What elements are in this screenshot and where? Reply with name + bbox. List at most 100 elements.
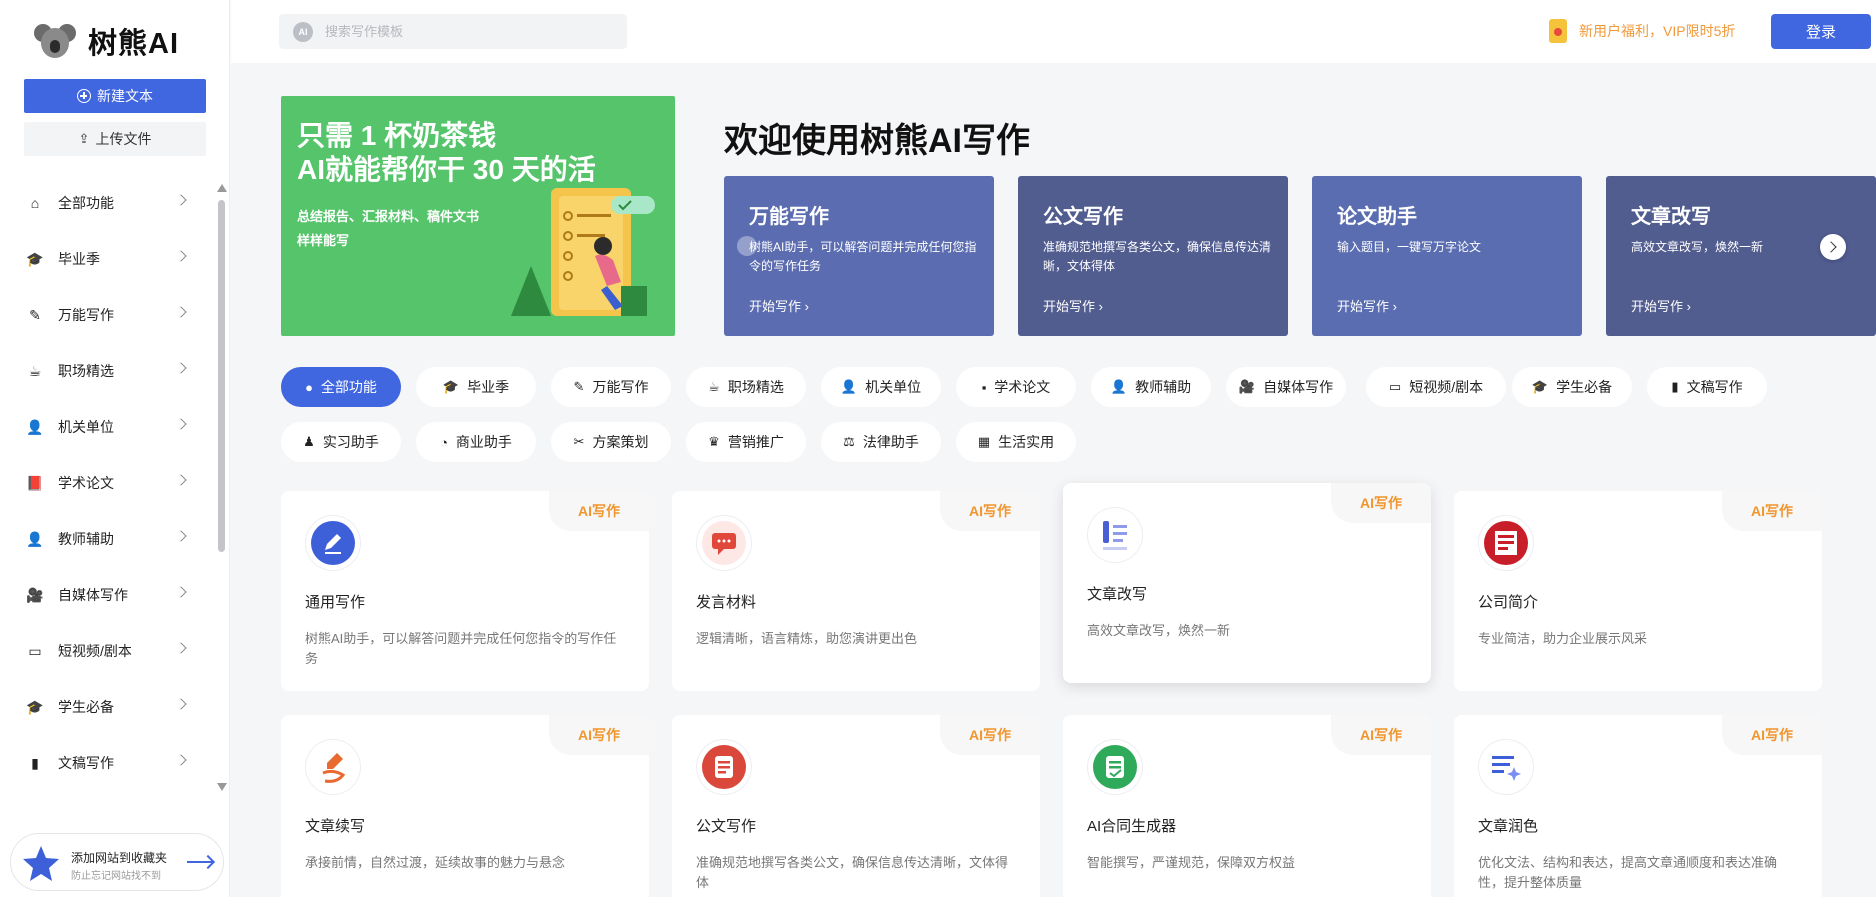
category-chip-13[interactable]: ✂ 方案策划 [551, 422, 671, 462]
category-chip-2[interactable]: ✎ 万能写作 [551, 367, 671, 407]
feature-card-2[interactable]: 论文助手 输入题目，一键写万字论文 开始写作 › [1312, 176, 1582, 336]
card-title: 公司简介 [1478, 594, 1539, 611]
template-card-2[interactable]: AI写作 文章改写 高效文章改写，焕然一新 [1063, 483, 1431, 683]
category-label: 毕业季 [467, 379, 510, 395]
category-chip-16[interactable]: ▦ 生活实用 [956, 422, 1076, 462]
carousel-next-button[interactable] [1820, 234, 1846, 260]
teacher-icon: 👤 [26, 530, 44, 547]
carousel-prev-button[interactable] [737, 236, 757, 256]
plus-circle-icon [77, 89, 91, 103]
template-card-3[interactable]: AI写作 公司简介 专业简洁，助力企业展示风采 [1454, 491, 1822, 691]
card-title: AI合同生成器 [1087, 818, 1177, 835]
card-description: 智能撰写，严谨规范，保障双方权益 [1087, 855, 1296, 870]
feature-card-1[interactable]: 公文写作 准确规范地撰写各类公文，确保信息传达清晰，文体得体 开始写作 › [1018, 176, 1288, 336]
category-label: 机关单位 [865, 379, 922, 395]
coffee-icon: ☕ [28, 362, 42, 379]
category-chip-7[interactable]: 🎥 自媒体写作 [1226, 367, 1346, 407]
category-chip-5[interactable]: ▪ 学术论文 [956, 367, 1076, 407]
category-label: 法律助手 [862, 434, 919, 450]
student-cap-icon: 🎓 [26, 698, 44, 715]
card-description: 逻辑清晰，语言精炼，助您演讲更出色 [696, 631, 918, 646]
sidebar-item-7[interactable]: 🎥 自媒体写作 [0, 567, 215, 623]
template-card-7[interactable]: AI写作 文章润色 优化文法、结构和表达，提高文章通顺度和表达准确性，提升整体质量 [1454, 715, 1822, 897]
sidebar-scroll-thumb[interactable] [218, 200, 225, 552]
promo-banner[interactable]: 只需 1 杯奶茶钱 AI就能帮你干 30 天的活 总结报告、汇报材料、稿件文书 … [281, 96, 675, 336]
sidebar-item-0[interactable]: ⌂ 全部功能 [0, 175, 215, 231]
feature-start-link[interactable]: 开始写作 › [1631, 296, 1691, 315]
scroll-down-arrow-icon[interactable] [217, 783, 227, 791]
category-label: 文稿写作 [1686, 379, 1743, 395]
category-chip-14[interactable]: ♛ 营销推广 [686, 422, 806, 462]
ai-search-icon: AI [293, 21, 313, 42]
vip-promo[interactable]: 新用户福利，VIP限时5折 [1549, 19, 1735, 43]
template-card-4[interactable]: AI写作 文章续写 承接前情，自然过渡，延续故事的魅力与悬念 [281, 715, 649, 897]
sidebar-item-9[interactable]: 🎓 学生必备 [0, 679, 215, 735]
category-label: 实习助手 [322, 434, 379, 450]
feature-card-0[interactable]: 万能写作 树熊AI助手，可以解答问题并完成任何您指令的写作任务 开始写作 › [724, 176, 994, 336]
rewrite-list-icon [1087, 507, 1143, 563]
feature-desc: 输入题目，一键写万字论文 [1337, 240, 1482, 254]
category-chip-12[interactable]: ◔ 商业助手 [416, 422, 536, 462]
category-chip-9[interactable]: 🎓 学生必备 [1512, 367, 1632, 407]
sidebar-item-5[interactable]: 📕 学术论文 [0, 455, 215, 511]
chevron-right-icon [175, 250, 187, 262]
card-description: 优化文法、结构和表达，提高文章通顺度和表达准确性，提升整体质量 [1478, 855, 1778, 890]
login-button[interactable]: 登录 [1771, 14, 1871, 49]
sidebar-item-1[interactable]: 🎓 毕业季 [0, 231, 215, 287]
card-title: 通用写作 [305, 594, 366, 611]
category-chip-0[interactable]: ● 全部功能 [281, 367, 401, 407]
category-chip-10[interactable]: ▮ 文稿写作 [1647, 367, 1767, 407]
speech-bubble-icon [696, 515, 752, 571]
category-chip-1[interactable]: 🎓 毕业季 [416, 367, 536, 407]
feature-start-link[interactable]: 开始写作 › [1337, 296, 1397, 315]
ai-writing-tag: AI写作 [940, 491, 1040, 531]
template-card-1[interactable]: AI写作 发言材料 逻辑清晰，语言精炼，助您演讲更出色 [672, 491, 1040, 691]
add-to-favorites-banner[interactable]: 添加网站到收藏夹 防止忘记网站找不到 [10, 833, 224, 891]
sidebar-item-6[interactable]: 👤 教师辅助 [0, 511, 215, 567]
sidebar-item-label: 万能写作 [58, 307, 114, 323]
card-title: 文章改写 [1087, 586, 1148, 603]
feature-start-link[interactable]: 开始写作 › [1043, 296, 1103, 315]
category-icon: 🎓 [442, 379, 460, 394]
feature-title: 万能写作 [749, 206, 829, 228]
chevron-right-icon [175, 306, 187, 318]
upload-file-button[interactable]: ⇪ 上传文件 [24, 122, 206, 156]
category-chip-15[interactable]: ⚖ 法律助手 [821, 422, 941, 462]
company-doc-icon [1478, 515, 1534, 571]
sidebar-item-2[interactable]: ✎ 万能写作 [0, 287, 215, 343]
sidebar-item-3[interactable]: ☕ 职场精选 [0, 343, 215, 399]
search-box[interactable]: AI [279, 14, 627, 49]
sidebar-item-label: 职场精选 [58, 363, 114, 379]
category-chip-4[interactable]: 👤 机关单位 [821, 367, 941, 407]
chevron-right-icon [175, 586, 187, 598]
category-label: 学术论文 [994, 379, 1051, 395]
template-card-5[interactable]: AI写作 公文写作 准确规范地撰写各类公文，确保信息传达清晰，文体得体 [672, 715, 1040, 897]
sidebar-item-10[interactable]: ▮ 文稿写作 [0, 735, 215, 791]
chevron-right-icon [175, 194, 187, 206]
template-card-6[interactable]: AI写作 AI合同生成器智能撰写，严谨规范，保障双方权益 [1063, 715, 1431, 897]
category-icon: 🎓 [1531, 379, 1549, 394]
search-input[interactable] [325, 24, 605, 39]
ai-writing-tag: AI写作 [1331, 715, 1431, 755]
feature-title: 文章改写 [1631, 206, 1711, 228]
koala-logo-icon [34, 22, 76, 60]
category-icon: ▮ [1671, 379, 1679, 394]
sidebar-item-4[interactable]: 👤 机关单位 [0, 399, 215, 455]
category-chip-8[interactable]: ▭ 短视频/剧本 [1366, 367, 1506, 407]
category-chip-6[interactable]: 👤 教师辅助 [1091, 367, 1211, 407]
chevron-right-icon [175, 362, 187, 374]
category-chip-11[interactable]: ♟ 实习助手 [281, 422, 401, 462]
ai-writing-tag: AI写作 [1331, 483, 1431, 523]
category-icon: ♟ [303, 434, 315, 449]
card-title: 文章续写 [305, 818, 366, 835]
brand-logo[interactable]: 树熊AI [34, 20, 179, 62]
scroll-up-arrow-icon[interactable] [217, 184, 227, 192]
home-icon: ⌂ [30, 195, 40, 211]
new-text-button[interactable]: 新建文本 [24, 79, 206, 113]
sidebar-item-8[interactable]: ▭ 短视频/剧本 [0, 623, 215, 679]
feature-start-link[interactable]: 开始写作 › [749, 296, 809, 315]
sidebar-item-label: 文稿写作 [58, 755, 114, 771]
template-card-0[interactable]: AI写作 通用写作 树熊AI助手，可以解答问题并完成任何您指令的写作任务 [281, 491, 649, 691]
category-chip-3[interactable]: ☕ 职场精选 [686, 367, 806, 407]
camera-icon: 🎥 [26, 586, 44, 603]
